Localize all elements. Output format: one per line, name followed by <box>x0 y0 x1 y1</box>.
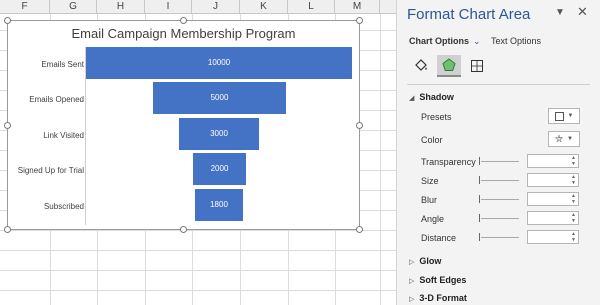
column-header-i[interactable]: I <box>145 0 192 14</box>
angle-label: Angle <box>421 214 445 224</box>
transparency-slider[interactable] <box>479 157 519 165</box>
section-soft-edges-header[interactable]: ▷ Soft Edges <box>409 275 466 285</box>
category-label[interactable]: Signed Up for Trial <box>12 166 84 175</box>
tab-chart-options[interactable]: Chart Options ⌄ <box>409 36 481 47</box>
resize-handle-bottom[interactable] <box>180 226 187 233</box>
transparency-label: Transparency <box>421 157 476 167</box>
distance-label: Distance <box>421 233 457 243</box>
column-headers: F G H I J K L M <box>0 0 396 14</box>
category-label[interactable]: Subscribed <box>12 202 84 211</box>
resize-handle-top[interactable] <box>180 17 187 24</box>
size-slider[interactable] <box>479 176 519 184</box>
column-header-j[interactable]: J <box>192 0 240 14</box>
format-chart-area-pane: Format Chart Area ▼ ✕ Chart Options ⌄ Tex… <box>396 0 600 305</box>
grid-row-line <box>0 290 396 291</box>
pane-title: Format Chart Area <box>407 6 531 23</box>
resize-handle-left[interactable] <box>4 122 11 129</box>
size-properties-icon[interactable] <box>465 55 489 77</box>
presets-dropdown[interactable]: ▼ <box>548 108 580 124</box>
category-label[interactable]: Emails Sent <box>12 60 84 69</box>
spin-arrows-icon[interactable]: ▲ ▼ <box>571 193 576 205</box>
spin-arrows-icon[interactable]: ▲ ▼ <box>571 212 576 224</box>
column-header-f[interactable]: F <box>0 0 50 14</box>
blur-label: Blur <box>421 195 438 205</box>
blur-input[interactable]: ▲ ▼ <box>527 192 579 206</box>
collapsed-triangle-icon: ▷ <box>409 259 415 266</box>
grid-col-line <box>380 14 381 305</box>
presets-label: Presets <box>421 112 452 122</box>
angle-input[interactable]: ▲ ▼ <box>527 211 579 225</box>
slider-thumb[interactable] <box>479 195 480 203</box>
grid-row-line <box>0 270 396 271</box>
section-3d-format-header[interactable]: ▷ 3-D Format <box>409 293 467 303</box>
spin-arrows-icon[interactable]: ▲ ▼ <box>571 231 576 243</box>
transparency-input[interactable]: ▲ ▼ <box>527 154 579 168</box>
column-header-l[interactable]: L <box>288 0 335 14</box>
angle-slider[interactable] <box>479 214 519 222</box>
caret-down-icon: ▼ <box>567 113 574 119</box>
resize-handle-right[interactable] <box>356 122 363 129</box>
pane-divider <box>407 84 590 85</box>
section-shadow-header[interactable]: ◢ Shadow <box>409 92 454 102</box>
data-label[interactable]: 10000 <box>86 58 352 67</box>
section-glow-label: Glow <box>419 256 442 266</box>
size-label: Size <box>421 176 439 186</box>
section-glow-header[interactable]: ▷ Glow <box>409 256 441 266</box>
slider-thumb[interactable] <box>479 176 480 184</box>
resize-handle-bottom-right[interactable] <box>356 226 363 233</box>
caret-down-icon: ▼ <box>567 136 573 142</box>
category-label[interactable]: Emails Opened <box>12 95 84 104</box>
resize-handle-bottom-left[interactable] <box>4 226 11 233</box>
slider-track <box>481 161 519 162</box>
spin-arrows-icon[interactable]: ▲ ▼ <box>571 174 576 186</box>
column-header-g[interactable]: G <box>50 0 97 14</box>
data-label[interactable]: 3000 <box>179 129 259 138</box>
distance-slider[interactable] <box>479 233 519 241</box>
section-shadow-label: Shadow <box>419 92 454 102</box>
effects-icon[interactable] <box>437 55 461 77</box>
column-header-h[interactable]: H <box>97 0 145 14</box>
chevron-down-icon: ⌄ <box>473 36 481 46</box>
funnel-chart[interactable]: Email Campaign Membership Program Emails… <box>4 17 363 233</box>
grid-row-line <box>0 250 396 251</box>
slider-track <box>481 180 519 181</box>
slider-thumb[interactable] <box>479 233 480 241</box>
collapsed-triangle-icon: ▷ <box>409 278 415 285</box>
column-header-m[interactable]: M <box>335 0 380 14</box>
data-label[interactable]: 1800 <box>195 200 243 209</box>
section-3d-format-label: 3-D Format <box>419 293 467 303</box>
slider-thumb[interactable] <box>479 157 480 165</box>
spreadsheet-area[interactable]: F G H I J K L M Email Campaign Membershi… <box>0 0 396 305</box>
close-icon[interactable]: ✕ <box>577 4 588 20</box>
column-header-partial <box>380 0 396 14</box>
slider-thumb[interactable] <box>479 214 480 222</box>
color-dropdown[interactable]: ⛦ ▼ <box>548 131 580 147</box>
size-input[interactable]: ▲ ▼ <box>527 173 579 187</box>
pane-options-dropdown-icon[interactable]: ▼ <box>555 7 565 18</box>
paint-bucket-icon: ⛦ <box>555 133 564 145</box>
tab-text-options[interactable]: Text Options <box>491 36 541 46</box>
preset-swatch-icon <box>554 111 564 121</box>
grid-row-line <box>0 230 396 231</box>
color-label: Color <box>421 135 443 145</box>
category-label[interactable]: Link Visited <box>12 131 84 140</box>
section-soft-edges-label: Soft Edges <box>419 275 467 285</box>
collapsed-triangle-icon: ▷ <box>409 296 415 303</box>
data-label[interactable]: 5000 <box>153 93 286 102</box>
spin-arrows-icon[interactable]: ▲ ▼ <box>571 155 576 167</box>
data-label[interactable]: 2000 <box>193 164 246 173</box>
slider-track <box>481 237 519 238</box>
chart-title[interactable]: Email Campaign Membership Program <box>8 26 359 41</box>
tab-chart-options-label: Chart Options <box>409 36 469 46</box>
expanded-triangle-icon: ◢ <box>409 95 415 102</box>
slider-track <box>481 199 519 200</box>
fill-line-icon[interactable] <box>409 55 433 77</box>
resize-handle-top-right[interactable] <box>356 17 363 24</box>
distance-input[interactable]: ▲ ▼ <box>527 230 579 244</box>
resize-handle-top-left[interactable] <box>4 17 11 24</box>
slider-track <box>481 218 519 219</box>
column-header-k[interactable]: K <box>240 0 288 14</box>
blur-slider[interactable] <box>479 195 519 203</box>
